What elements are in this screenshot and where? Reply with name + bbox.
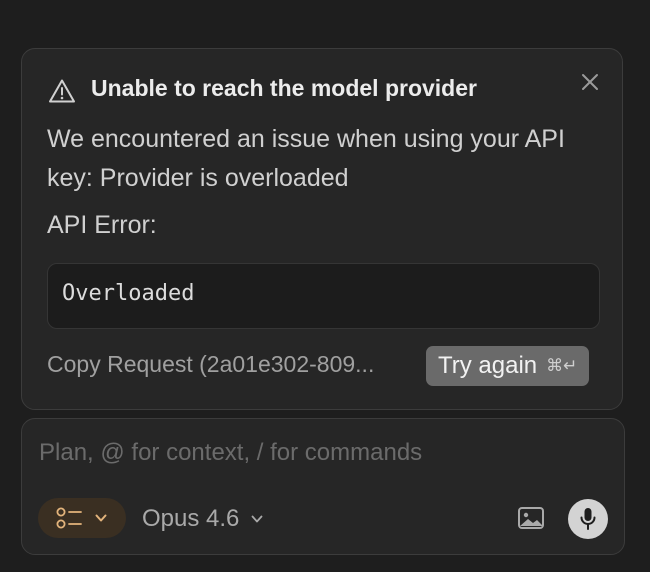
error-title: Unable to reach the model provider bbox=[91, 75, 477, 101]
copy-request-link[interactable]: Copy Request (2a01e302-809... bbox=[47, 351, 413, 378]
error-code-box: Overloaded bbox=[47, 263, 600, 329]
error-message: We encountered an issue when using your … bbox=[47, 125, 565, 192]
api-error-label: API Error: bbox=[47, 211, 157, 239]
model-selector[interactable]: Opus 4.6 bbox=[142, 505, 264, 533]
error-code: Overloaded bbox=[62, 281, 195, 306]
list-checks-icon bbox=[56, 507, 82, 529]
try-again-button[interactable]: Try again ⌘↵ bbox=[426, 346, 590, 386]
error-card: Unable to reach the model provider We en… bbox=[21, 48, 623, 410]
microphone-icon bbox=[580, 508, 596, 530]
chat-input[interactable] bbox=[36, 431, 602, 475]
model-label: Opus 4.6 bbox=[142, 505, 240, 532]
chevron-down-icon bbox=[252, 515, 263, 523]
composer: Opus 4.6 bbox=[21, 418, 625, 555]
microphone-button[interactable] bbox=[568, 499, 608, 539]
warning-triangle-icon bbox=[49, 79, 75, 103]
try-again-label: Try again bbox=[438, 352, 538, 379]
image-icon[interactable] bbox=[517, 505, 545, 531]
close-icon[interactable] bbox=[579, 71, 601, 93]
keyboard-shortcut-hint: ⌘↵ bbox=[546, 356, 578, 375]
mode-selector-button[interactable] bbox=[38, 498, 126, 538]
chevron-down-icon bbox=[95, 514, 107, 522]
